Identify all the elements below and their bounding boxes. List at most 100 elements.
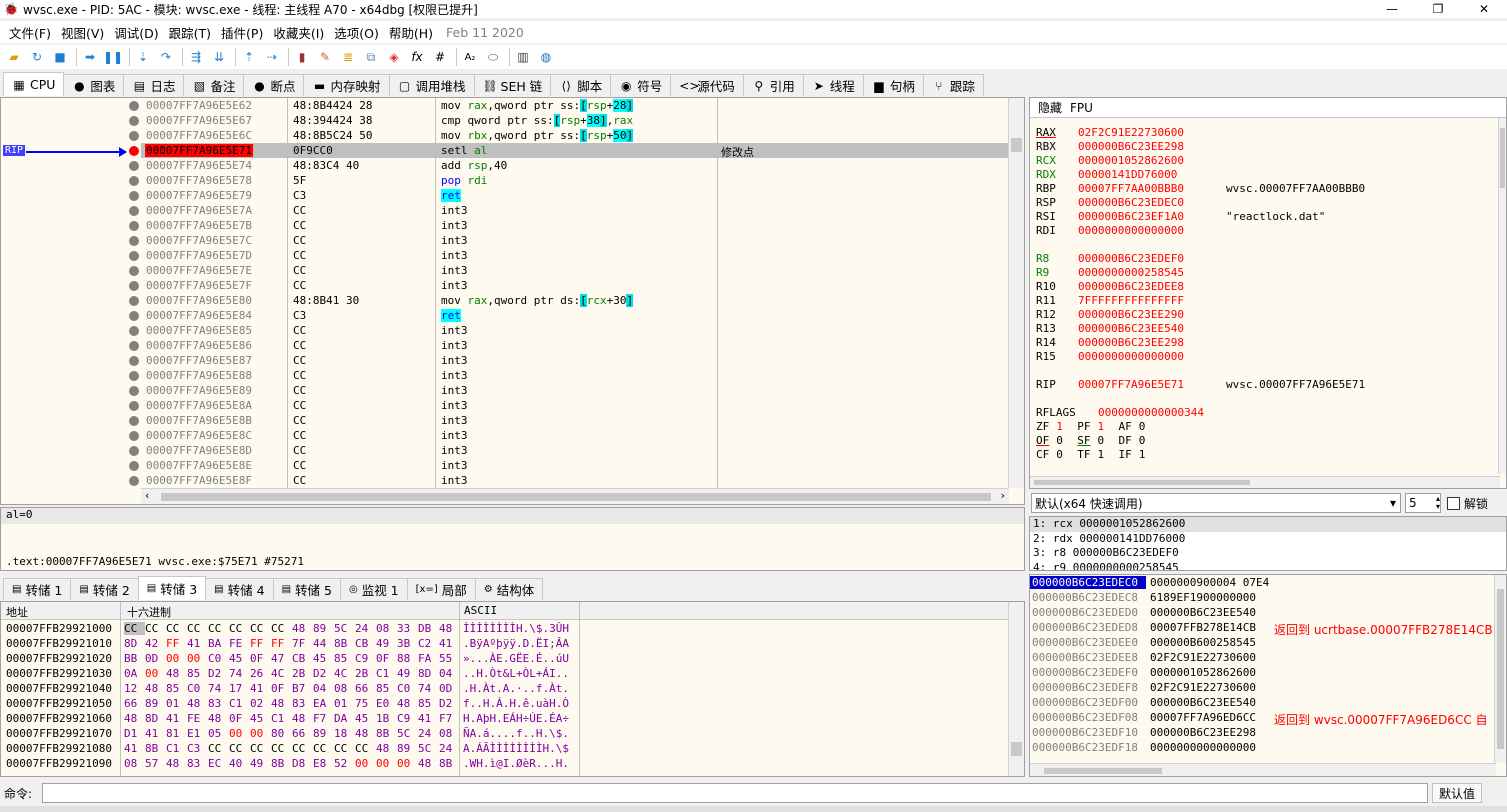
dump-byte[interactable]: 41 bbox=[166, 712, 187, 725]
stack-row[interactable]: 000000B6C23EDEF0 0000001052862600 bbox=[1030, 666, 1500, 681]
dump-byte[interactable]: 33 bbox=[397, 622, 418, 635]
dump-byte[interactable]: 81 bbox=[166, 727, 187, 740]
step-over-icon[interactable]: ↷ bbox=[156, 47, 176, 67]
step-into-icon[interactable]: ⇣ bbox=[133, 47, 153, 67]
flag-value[interactable]: 1 bbox=[1049, 420, 1077, 433]
breakpoint-slot-icon[interactable] bbox=[129, 161, 139, 171]
register-row[interactable]: RSI 000000B6C23EF1A0 "reactlock.dat" bbox=[1036, 210, 1325, 223]
dump-byte[interactable]: 0F bbox=[250, 652, 271, 665]
dump-byte[interactable]: 24 bbox=[418, 727, 439, 740]
stack-row[interactable]: 000000B6C23EDF08 00007FF7A96ED6CC 返回到 wvsc… bbox=[1030, 711, 1500, 727]
dump-row[interactable]: 00007FFB29921080 41 8B C1 C3 CC CC CC CC CC CC CC CC… bbox=[1, 742, 1009, 757]
dump-byte[interactable]: 41 bbox=[439, 637, 460, 650]
dump-byte[interactable]: DB bbox=[418, 622, 439, 635]
dump-byte[interactable]: 00 bbox=[187, 652, 208, 665]
dump-byte[interactable]: 41 bbox=[187, 637, 208, 650]
close-button[interactable]: ✕ bbox=[1461, 0, 1507, 18]
dump-byte[interactable]: C0 bbox=[397, 682, 418, 695]
register-value[interactable]: 0000000000000000 bbox=[1078, 350, 1226, 363]
disasm-row[interactable]: 00007FF7A96E5E8A CC int3 bbox=[141, 398, 1009, 413]
dump-byte[interactable]: C1 bbox=[376, 667, 397, 680]
stack-value[interactable]: 000000B6C23EE298 bbox=[1150, 726, 1256, 739]
register-row[interactable]: RDX 00000141DD76000 bbox=[1036, 168, 1226, 181]
trace-over-icon[interactable]: ⇊ bbox=[209, 47, 229, 67]
dump-byte[interactable]: 05 bbox=[208, 727, 229, 740]
dump-byte[interactable]: 42 bbox=[145, 637, 166, 650]
dump-tab-2[interactable]: ▤ 转储 3 bbox=[137, 576, 207, 600]
argument-row[interactable]: 2: rdx 000000141DD76000 bbox=[1030, 532, 1506, 547]
breakpoint-slot-icon[interactable] bbox=[129, 131, 139, 141]
register-value[interactable]: 000000B6C23EDEE8 bbox=[1078, 280, 1226, 293]
dump-byte[interactable]: CC bbox=[334, 742, 355, 755]
registers-panel[interactable]: 隐藏 FPU RAX 02F2C91E22730600 RBX 000000B6C23… bbox=[1029, 97, 1507, 489]
disasm-row[interactable]: 00007FF7A96E5E7A CC int3 bbox=[141, 203, 1009, 218]
breakpoint-slot-icon[interactable] bbox=[129, 341, 139, 351]
disasm-row[interactable]: 00007FF7A96E5E71 0F9CC0 setl al 修改点 bbox=[141, 143, 1009, 159]
hash-icon[interactable]: # bbox=[430, 47, 450, 67]
restart-icon[interactable]: ↻ bbox=[27, 47, 47, 67]
dump-byte[interactable]: CC bbox=[124, 622, 145, 635]
menu-item-4[interactable]: 插件(P) bbox=[216, 23, 268, 42]
register-value[interactable]: 000000B6C23EE540 bbox=[1078, 322, 1226, 335]
dump-byte[interactable]: 41 bbox=[124, 742, 145, 755]
flag-value[interactable]: 0 bbox=[1091, 434, 1119, 447]
dump-byte[interactable]: 4C bbox=[334, 667, 355, 680]
dump-byte[interactable]: 75 bbox=[355, 697, 376, 710]
dump-byte[interactable]: 74 bbox=[208, 682, 229, 695]
breakpoint-icon[interactable] bbox=[129, 146, 139, 156]
disassembly-vertical-scrollbar[interactable] bbox=[1008, 98, 1024, 488]
breakpoint-slot-icon[interactable] bbox=[129, 356, 139, 366]
stack-value[interactable]: 02F2C91E22730600 bbox=[1150, 651, 1256, 664]
dump-byte[interactable]: 88 bbox=[397, 652, 418, 665]
argument-row[interactable]: 3: r8 000000B6C23EDEF0 bbox=[1030, 546, 1506, 561]
dump-byte[interactable]: FF bbox=[271, 637, 292, 650]
dump-byte[interactable]: 04 bbox=[313, 682, 334, 695]
dump-byte[interactable]: D2 bbox=[208, 667, 229, 680]
stack-row[interactable]: 000000B6C23EDF10 000000B6C23EE298 bbox=[1030, 726, 1500, 741]
disassembly-panel[interactable]: RIP 00007FF7A96E5E62 48:8B4424 28 mov rax,… bbox=[0, 97, 1025, 505]
tab-11[interactable]: ⚲ 引用 bbox=[742, 74, 804, 96]
dump-byte[interactable]: CC bbox=[187, 622, 208, 635]
disassembly-rows[interactable]: 00007FF7A96E5E62 48:8B4424 28 mov rax,qwor… bbox=[141, 98, 1009, 488]
patch-icon[interactable]: ✎ bbox=[315, 47, 335, 67]
dump-byte[interactable]: 02 bbox=[250, 697, 271, 710]
tab-3[interactable]: ▧ 备注 bbox=[183, 74, 245, 96]
dump-byte[interactable]: 0A bbox=[124, 667, 145, 680]
dump-byte[interactable]: 45 bbox=[250, 712, 271, 725]
disasm-row[interactable]: 00007FF7A96E5E8B CC int3 bbox=[141, 413, 1009, 428]
stack-value[interactable]: 0000001052862600 bbox=[1150, 666, 1256, 679]
register-row[interactable]: R9 0000000000258545 bbox=[1036, 266, 1226, 279]
dump-byte[interactable]: 48 bbox=[439, 622, 460, 635]
rflags-value[interactable]: 0000000000000344 bbox=[1098, 406, 1204, 419]
dump-byte[interactable]: 55 bbox=[439, 652, 460, 665]
dump-tab-4[interactable]: ▤ 转储 5 bbox=[272, 578, 341, 600]
run-to-user-code-icon[interactable]: ⇢ bbox=[262, 47, 282, 67]
dump-row[interactable]: 00007FFB29921000 CC CC CC CC CC CC CC CC 48 89 5C 24… bbox=[1, 622, 1009, 637]
arguments-panel[interactable]: 1: rcx 0000001052862600 2: rdx 000000141D… bbox=[1029, 516, 1507, 571]
dump-byte[interactable]: CC bbox=[166, 622, 187, 635]
dump-byte[interactable]: 48 bbox=[271, 697, 292, 710]
dump-byte[interactable]: 5C bbox=[397, 727, 418, 740]
dump-byte[interactable]: 0F bbox=[376, 652, 397, 665]
register-row[interactable]: R12 000000B6C23EE290 bbox=[1036, 308, 1226, 321]
dump-byte[interactable]: 80 bbox=[271, 727, 292, 740]
dump-panel[interactable]: 地址 十六进制 ASCII 00007FFB29921000 CC CC CC CC CC… bbox=[0, 601, 1025, 777]
dump-byte[interactable]: DA bbox=[334, 712, 355, 725]
dump-byte[interactable]: CC bbox=[250, 622, 271, 635]
dump-byte[interactable]: 85 bbox=[418, 697, 439, 710]
globe-icon[interactable]: ◍ bbox=[536, 47, 556, 67]
dump-byte[interactable]: 66 bbox=[355, 682, 376, 695]
stack-horizontal-scrollbar[interactable] bbox=[1030, 763, 1496, 776]
dump-byte[interactable]: C1 bbox=[271, 712, 292, 725]
stack-row[interactable]: 000000B6C23EDF00 000000B6C23EE540 bbox=[1030, 696, 1500, 711]
stack-value[interactable]: 00007FFB278E14CB bbox=[1150, 621, 1256, 634]
breakpoint-slot-icon[interactable] bbox=[129, 191, 139, 201]
dump-byte[interactable]: 08 bbox=[376, 622, 397, 635]
breakpoint-slot-icon[interactable] bbox=[129, 116, 139, 126]
breakpoint-slot-icon[interactable] bbox=[129, 476, 139, 486]
breakpoint-slot-icon[interactable] bbox=[129, 176, 139, 186]
stack-vertical-scrollbar[interactable] bbox=[1494, 575, 1506, 763]
scylla-icon[interactable]: ▮ bbox=[292, 47, 312, 67]
register-row[interactable]: RCX 0000001052862600 bbox=[1036, 154, 1226, 167]
register-row[interactable]: R14 000000B6C23EE298 bbox=[1036, 336, 1226, 349]
